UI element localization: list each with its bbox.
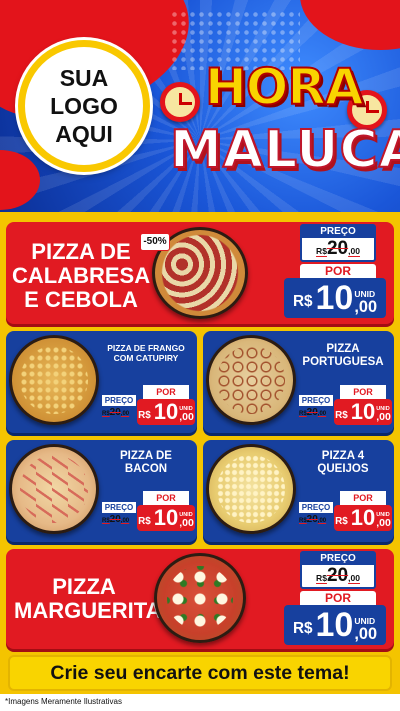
old-price: R$20,00 (102, 407, 130, 418)
old-price-box: PREÇO R$20,00 (300, 224, 376, 262)
offer-card-bacon[interactable]: PIZZA DE BACON POR PREÇO R$20,00 R$ 10 UNI… (6, 440, 197, 542)
old-price: R$20,00 (102, 514, 130, 525)
new-price-box: R$ 10 UNID ,00 (137, 505, 195, 531)
product-name: PIZZA MARGUERITA (14, 574, 162, 623)
alarm-clock-icon (160, 82, 200, 122)
pizza-image (206, 444, 296, 534)
old-price: R$20,00 (316, 238, 360, 259)
new-price-box: R$ 10 UNID ,00 (334, 399, 392, 425)
preco-label: PREÇO (302, 553, 374, 565)
old-price: R$20,00 (299, 407, 327, 418)
offer-card-portuguesa[interactable]: PIZZA PORTUGUESA POR PREÇO R$20,00 R$ 10 U… (203, 331, 394, 433)
header-banner: SUA LOGO AQUI HORA MALUCA (0, 0, 400, 212)
logo-placeholder[interactable]: SUA LOGO AQUI (18, 40, 150, 172)
por-label: POR (340, 385, 386, 399)
new-price-box: R$ 10 UNID ,00 (284, 605, 386, 645)
new-price-box: R$ 10 UNID ,00 (284, 278, 386, 318)
offer-card-frango[interactable]: PIZZA DE FRANGO COM CATUPIRY POR PREÇO R… (6, 331, 197, 433)
old-price: R$20,00 (316, 565, 360, 586)
offer-card-4-queijos[interactable]: PIZZA 4 QUEIJOS POR PREÇO R$20,00 R$ 10 UN… (203, 440, 394, 542)
preco-label: PREÇO (299, 395, 333, 406)
featured-offer-marguerita[interactable]: PIZZA MARGUERITA PREÇO R$20,00 POR R$ 10 U… (6, 549, 394, 649)
title-hora: HORA (204, 57, 365, 117)
featured-offer-calabresa[interactable]: PIZZA DE CALABRESA E CEBOLA PREÇO R$20,0… (6, 222, 394, 324)
preco-label: PREÇO (302, 226, 374, 238)
por-label: POR (143, 491, 189, 505)
product-name: PIZZA 4 QUEIJOS (317, 450, 369, 475)
cta-text: Crie seu encarte com este tema! (50, 661, 350, 684)
product-name: PIZZA PORTUGUESA (302, 343, 384, 368)
disclaimer-text: *Imagens Meramente Ilustrativas (5, 697, 122, 706)
product-name: PIZZA DE FRANGO COM CATUPIRY (107, 343, 185, 363)
cta-banner[interactable]: Crie seu encarte com este tema! (8, 655, 392, 691)
preco-label: PREÇO (102, 395, 136, 406)
pizza-image (9, 444, 99, 534)
old-price-box: PREÇO R$20,00 (300, 551, 376, 589)
preco-label: PREÇO (299, 502, 333, 513)
por-label: POR (300, 591, 376, 606)
discount-badge: -50% (140, 233, 170, 251)
preco-label: PREÇO (102, 502, 136, 513)
por-label: POR (300, 264, 376, 279)
title-maluca: MALUCA (169, 119, 400, 181)
pizza-image (206, 335, 296, 425)
new-price-box: R$ 10 UNID ,00 (137, 399, 195, 425)
pizza-image (154, 553, 246, 643)
por-label: POR (143, 385, 189, 399)
por-label: POR (340, 491, 386, 505)
logo-text: SUA LOGO AQUI (50, 65, 118, 147)
pizza-image (9, 335, 99, 425)
old-price: R$20,00 (299, 514, 327, 525)
product-name: PIZZA DE CALABRESA E CEBOLA (12, 239, 151, 312)
new-price-box: R$ 10 UNID ,00 (334, 505, 392, 531)
product-name: PIZZA DE BACON (120, 450, 172, 475)
